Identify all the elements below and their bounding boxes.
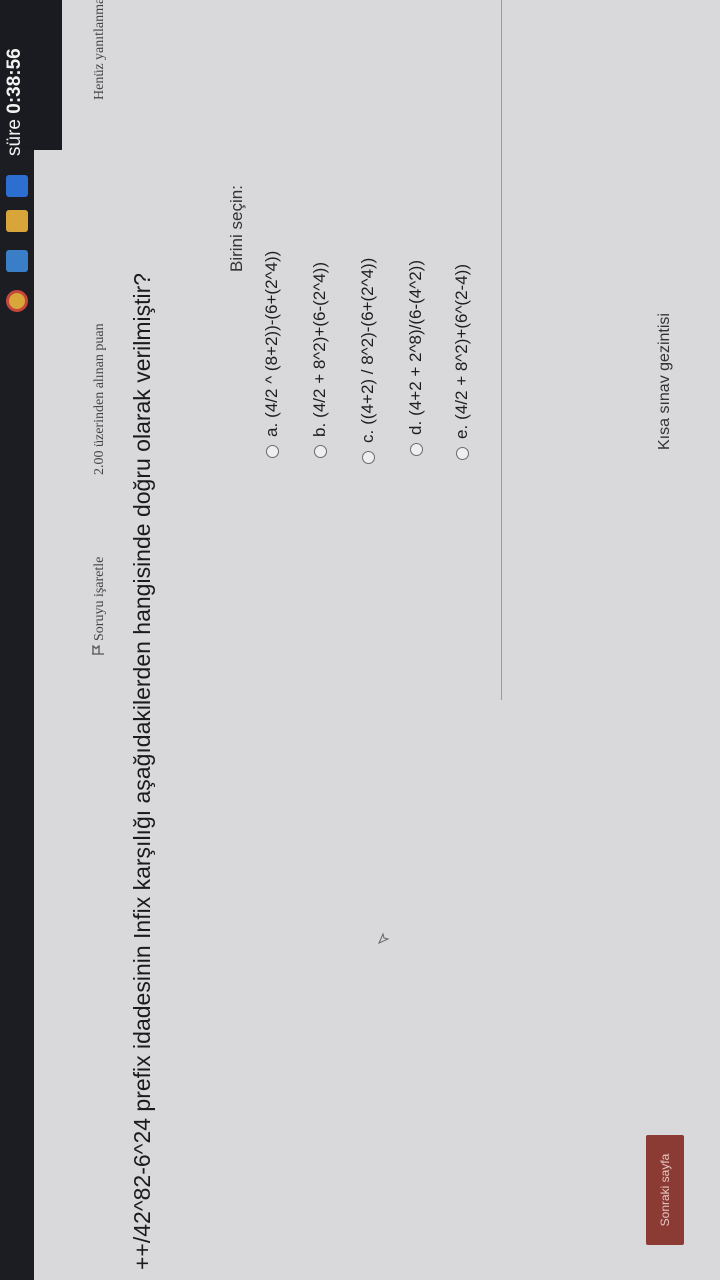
radio-c[interactable] — [361, 451, 375, 464]
question-points: 2.00 üzerinden alınan puan — [92, 323, 107, 475]
timer-readout: süre 0:38:56 — [4, 48, 26, 156]
quiz-navigation-title: Kısa sınav gezintisi — [656, 313, 673, 450]
next-page-button[interactable]: Sonraki sayfa — [646, 1135, 684, 1245]
option-b[interactable]: b. (4/2 + 8^2)+(6-(2^4)) — [310, 262, 330, 458]
radio-d[interactable] — [409, 443, 423, 456]
section-divider — [501, 0, 502, 700]
flag-question-link[interactable]: Soruyu işaretle — [92, 557, 108, 655]
quiz-screen: süre 0:38:56 Henüz yanıtlanmadı 2.00 üze… — [0, 0, 720, 1280]
radio-e[interactable] — [455, 447, 469, 460]
option-e[interactable]: e. (4/2 + 8^2)+(6^(2-4)) — [452, 264, 472, 460]
question-status: Henüz yanıtlanmadı — [92, 0, 107, 100]
option-d[interactable]: d. (4+2 + 2^8)/(6-(4^2)) — [406, 260, 426, 456]
option-a[interactable]: a. (4/2 ^ (8+2))-(6+(2^4)) — [262, 251, 282, 458]
radio-a[interactable] — [265, 445, 279, 458]
radio-b[interactable] — [313, 445, 327, 458]
choose-label: Birini seçin: — [227, 185, 246, 272]
option-c[interactable]: c. ((4+2) / 8^2)-(6+(2^4)) — [358, 258, 378, 464]
timer-value: 0:38:56 — [4, 48, 25, 114]
flag-icon — [92, 645, 104, 655]
timer-label: süre — [4, 119, 25, 156]
question-text: ++/42^82-6^24 prefix idadesinin Infix ka… — [129, 272, 155, 1270]
mouse-cursor-icon — [378, 932, 390, 944]
